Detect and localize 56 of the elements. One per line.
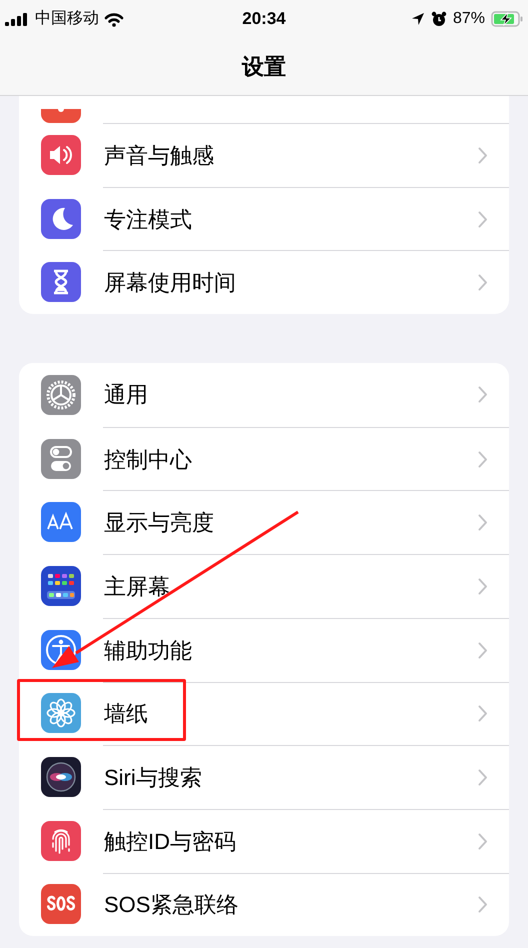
settings-row[interactable]: 显示与亮度: [19, 490, 509, 554]
chevron-icon: [478, 386, 488, 404]
moon-icon: [41, 198, 81, 239]
signal-icon: [5, 12, 30, 26]
settings-row[interactable]: 声音与触感: [19, 123, 509, 187]
location-arrow-icon: [410, 12, 425, 26]
chevron-icon: [478, 832, 488, 850]
settings-row[interactable]: 通用: [19, 363, 509, 427]
chevron-icon: [478, 705, 488, 722]
row-label: 主屏幕: [103, 572, 171, 601]
chevron-icon: [478, 450, 488, 468]
flower-icon: [41, 693, 81, 734]
bell-icon: [41, 109, 81, 123]
alarm-clock-icon: [430, 11, 447, 27]
row-label: 专注模式: [103, 206, 193, 234]
row-label: 控制中心: [103, 446, 193, 474]
settings-row[interactable]: 屏幕使用时间: [19, 250, 509, 314]
chevron-icon: [478, 578, 488, 595]
settings-row[interactable]: 墙纸: [19, 682, 509, 746]
row-label: 触控ID与密码: [103, 828, 237, 856]
row-label: 通用: [103, 381, 149, 410]
row-label: 屏幕使用时间: [103, 269, 237, 298]
settings-row[interactable]: SOS紧急联络: [19, 872, 509, 936]
clock-time: 20:34: [242, 8, 286, 30]
gear-icon: [41, 374, 81, 415]
settings-row[interactable]: 触控ID与密码: [19, 808, 509, 873]
row-label: 显示与亮度: [103, 509, 215, 538]
chevron-icon: [478, 146, 488, 164]
app-grid-icon: [41, 566, 81, 606]
carrier-name: 中国移动: [35, 8, 99, 29]
settings-row[interactable]: 控制中心: [19, 426, 509, 490]
battery-charging-icon: [491, 11, 523, 27]
chevron-icon: [478, 514, 488, 532]
row-label: Siri与搜索: [103, 764, 203, 792]
chevron-icon: [478, 642, 488, 659]
row-label: SOS紧急联络: [103, 891, 240, 920]
toggles-icon: [41, 438, 81, 479]
sos-icon: [41, 884, 81, 924]
row-label: 墙纸: [103, 700, 149, 728]
hourglass-icon: [41, 262, 81, 302]
speaker-icon: [41, 134, 81, 175]
orb-icon: [41, 757, 81, 798]
nav-title: 设置: [242, 53, 286, 81]
chevron-icon: [478, 210, 488, 228]
text-size-icon: [41, 502, 81, 542]
battery-percentage: 87%: [452, 9, 485, 29]
settings-row[interactable]: Siri与搜索: [19, 745, 509, 809]
settings-row[interactable]: 主屏幕: [19, 554, 509, 618]
row-label: 声音与触感: [103, 142, 215, 170]
chevron-icon: [478, 274, 488, 292]
chevron-icon: [478, 769, 488, 786]
settings-row[interactable]: 专注模式: [19, 186, 509, 250]
chevron-icon: [478, 896, 488, 914]
wifi-icon: [104, 12, 124, 26]
fingerprint-icon: [41, 820, 81, 861]
row-label: 辅助功能: [103, 636, 193, 665]
